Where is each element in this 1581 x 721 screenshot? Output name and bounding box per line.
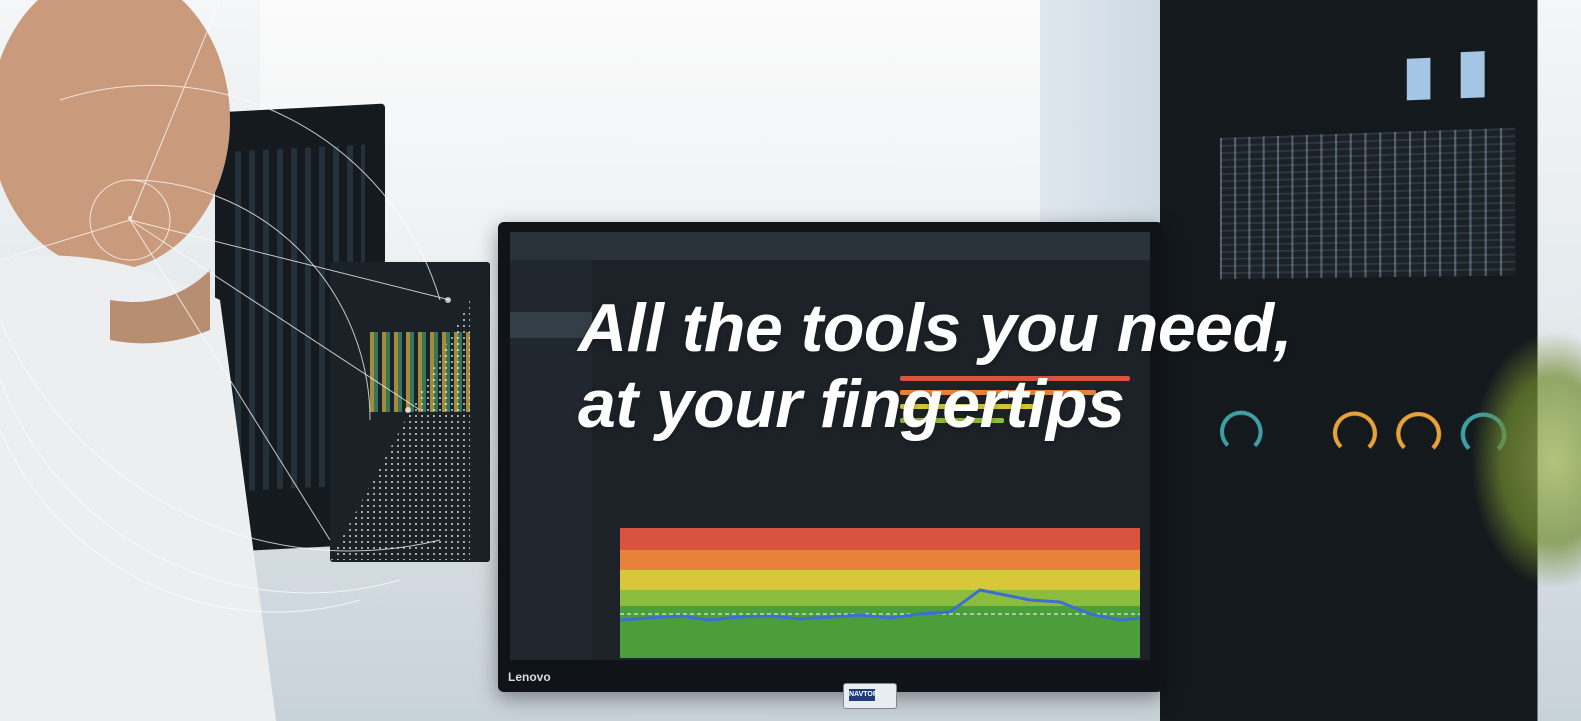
right-monitor-table: [1219, 127, 1516, 280]
plant-foliage: [1470, 330, 1581, 590]
dashboard-topbar: [510, 232, 1150, 260]
right-monitor-bar-chart: [1396, 44, 1504, 101]
cii-band-chart: [620, 528, 1140, 658]
navtor-badge-text: NAVTOR: [849, 689, 878, 701]
headline-line-2: at your fingertips: [578, 366, 1125, 442]
office-photo: Lenovo NAVTOR All the tools you need, at…: [0, 0, 1581, 721]
right-monitor-gauge: [1332, 411, 1378, 456]
headline-line-1: All the tools you need,: [578, 290, 1292, 366]
navtor-badge: NAVTOR: [843, 683, 897, 709]
monitor-brand-logo: Lenovo: [508, 670, 551, 684]
right-monitor-bar: [1406, 57, 1431, 101]
dashboard-sidebar-item: [510, 260, 592, 286]
band-yellow: [620, 570, 1140, 590]
right-monitor-bar: [1460, 51, 1485, 99]
band-orange: [620, 550, 1140, 570]
band-red: [620, 528, 1140, 550]
right-monitor-gauge: [1396, 411, 1442, 457]
radar-decoration: [0, 0, 470, 613]
headline: All the tools you need, at your fingerti…: [578, 290, 1292, 442]
